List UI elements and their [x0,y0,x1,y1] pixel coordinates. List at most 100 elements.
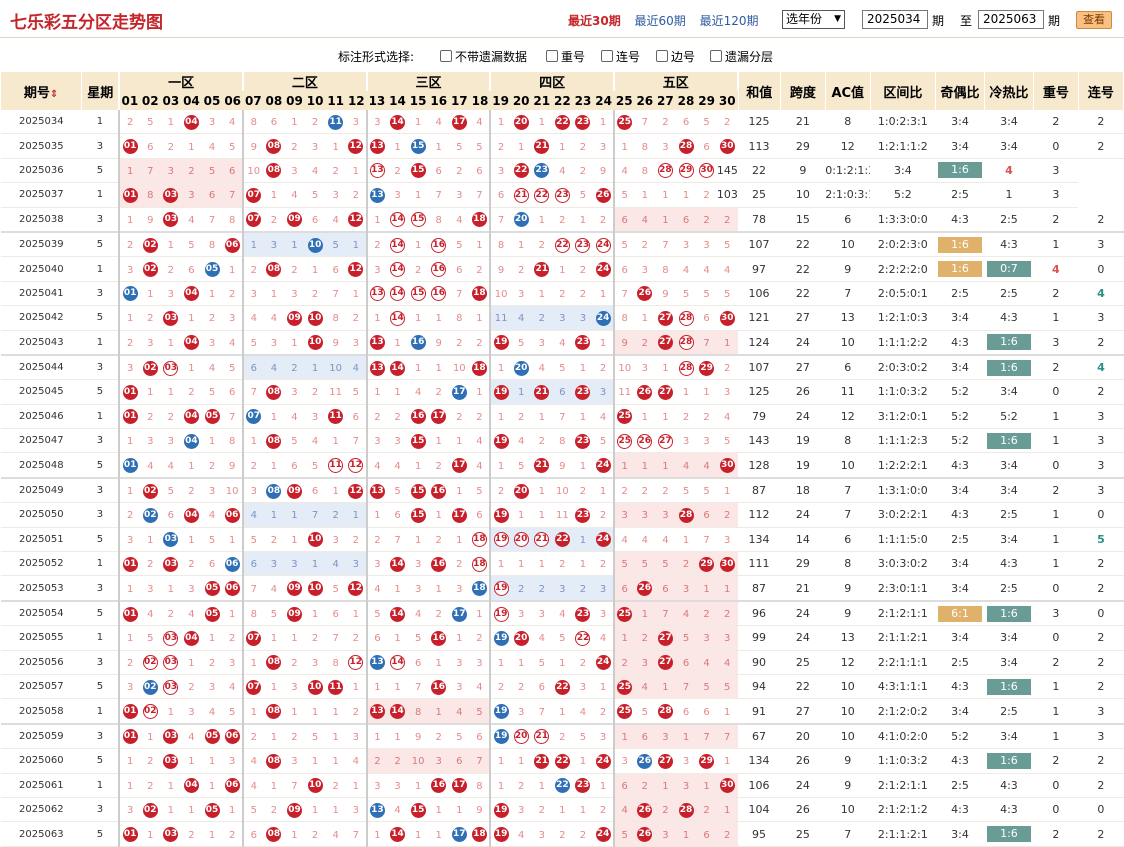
red-ball-icon: 05 [204,409,220,425]
number-cell: 3 [263,230,285,258]
miss-count: 4 [703,264,710,276]
number-cell: 1 [118,305,140,331]
miss-count: 8 [621,313,628,325]
number-cell: 3 [510,698,532,725]
red-ball-icon: 27 [657,310,673,326]
odd-even-cell: 4:3 [935,330,985,356]
miss-count: 3 [456,190,463,202]
number-cell: 1 [716,330,738,356]
col-number-29: 29 [696,91,717,110]
repeat-highlight: 4 [1052,262,1060,276]
number-cell: 2 [449,330,470,356]
miss-count: 4 [208,706,216,718]
period-cell: 2025036 [1,158,82,184]
miss-count: 6 [311,486,319,498]
number-cell: 1 [387,133,408,159]
number-cell: 3 [510,797,532,823]
number-cell: 1 [181,305,202,331]
number-cell: 29 [675,158,697,184]
miss-count: 6 [291,460,298,472]
miss-count: 1 [394,387,401,399]
number-cell: 03 [160,207,182,233]
range-30-link[interactable]: 最近30期 [568,14,621,28]
opt-miss-layer[interactable]: 遗漏分层 [710,48,773,65]
number-cell: 5 [201,158,223,184]
number-cell: 24 [593,256,614,282]
number-cell: 9 [242,133,264,159]
opt-consec[interactable]: 连号 [601,48,640,65]
miss-count: 1 [517,387,525,399]
number-cell: 2 [118,330,140,356]
number-cell: 5 [201,379,223,405]
number-cell: 1 [489,404,511,430]
number-cell: 1 [222,256,243,282]
query-button[interactable]: 查看 [1076,11,1112,29]
number-cell: 10 [612,353,635,381]
red-ball-icon: 30 [719,458,735,474]
miss-count: 2 [517,264,525,276]
range-60-link[interactable]: 最近60期 [635,14,686,28]
number-cell: 10 [304,330,326,356]
miss-count: 5 [476,706,483,718]
number-cell: 01 [118,182,140,208]
miss-count: 1 [374,682,381,694]
to-period-input[interactable]: 2025063 [978,10,1044,29]
from-period-input[interactable]: 2025034 [862,10,928,29]
opt-edge[interactable]: 边号 [656,48,695,65]
sort-icon[interactable]: ⇕ [50,89,58,100]
col-hot-cold: 冷热比 [984,72,1034,110]
number-cell: 1 [449,527,470,553]
opt-repeat[interactable]: 重号 [546,48,585,65]
checkbox-icon[interactable] [656,50,668,62]
red-ball-icon: 21 [534,139,550,155]
blue-ball-icon: 19 [493,729,509,745]
number-cell: 16 [407,330,429,356]
odd-even-cell: 3:4 [935,133,985,159]
col-number-04: 04 [181,91,202,110]
number-cell: 8 [139,182,161,208]
col-sum: 和值 [737,72,781,110]
number-cell: 2 [510,575,532,602]
blue-ball-icon: 17 [451,384,467,400]
ratio-tag: 1:6 [986,605,1031,622]
ac-cell: 8 [825,551,871,577]
number-cell: 1 [160,110,182,135]
number-cell: 5 [284,428,305,454]
miss-count: 1 [497,657,505,669]
number-cell: 5 [696,674,717,700]
miss-count: 3 [291,387,298,399]
number-cell: 09 [284,599,305,627]
number-cell: 1 [181,748,202,774]
miss-count: 8 [147,190,154,202]
year-select[interactable]: 选年份 ▼ [782,10,845,29]
number-cell: 8 [201,230,223,258]
number-cell: 5 [242,330,264,356]
miss-count: 8 [435,214,442,226]
number-cell: 3 [222,650,243,675]
red-ball-icon: 24 [595,827,611,843]
miss-count: 3 [517,609,525,620]
number-cell: 30 [716,452,738,479]
number-cell: 1 [387,625,408,651]
blue-ball-icon: 16 [410,335,426,351]
miss-count: 1 [332,706,339,718]
number-cell: 5 [552,625,573,651]
hot-cold-cell: 4:3 [984,797,1034,823]
miss-count: 3 [270,337,278,349]
col-period[interactable]: 期号⇕ [1,72,83,110]
checkbox-icon[interactable] [710,50,722,62]
repeat-cell: 2 [1033,476,1079,504]
number-cell: 6 [201,551,223,577]
checkbox-icon[interactable] [601,50,613,62]
checkbox-icon[interactable] [546,50,558,62]
red-ball-icon: 20 [513,114,529,130]
period-cell: 2025039 [1,230,82,258]
ratio-tag: 1:6 [986,334,1031,351]
miss-count: 1 [311,805,319,817]
range-120-link[interactable]: 最近120期 [700,14,759,28]
miss-count: 3 [682,436,690,448]
checkbox-icon[interactable] [440,50,452,62]
opt-no-miss[interactable]: 不带遗漏数据 [440,48,527,65]
number-cell: 13 [365,650,388,675]
odd-even-cell: 3:4 [935,476,985,504]
